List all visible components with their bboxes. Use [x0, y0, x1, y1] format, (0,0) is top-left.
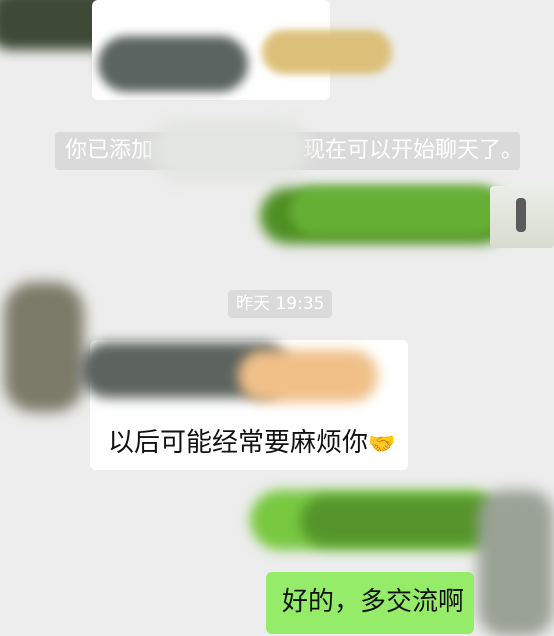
own-avatar[interactable] [490, 186, 554, 248]
system-prefix: 你已添加 [65, 138, 154, 163]
system-redaction [150, 120, 310, 180]
redacted-avatar-right [478, 490, 554, 636]
timestamp: 昨天 19:35 [228, 290, 333, 318]
outgoing-redaction-2b [300, 496, 500, 546]
redaction-gray [98, 36, 248, 92]
incoming-redaction-peach [238, 350, 378, 402]
redacted-avatar-left [4, 282, 84, 412]
handshake-icon: 🤝 [368, 432, 396, 457]
redaction-tan [262, 30, 392, 74]
outgoing-redaction-1b [290, 186, 500, 236]
avatar-figure [516, 198, 526, 232]
outgoing-message-text: 好的，多交流啊 [282, 587, 465, 617]
system-suffix: 现在可以开始聊天了。 [303, 138, 524, 163]
incoming-message-text: 以后可能经常要麻烦你🤝 [108, 428, 396, 458]
